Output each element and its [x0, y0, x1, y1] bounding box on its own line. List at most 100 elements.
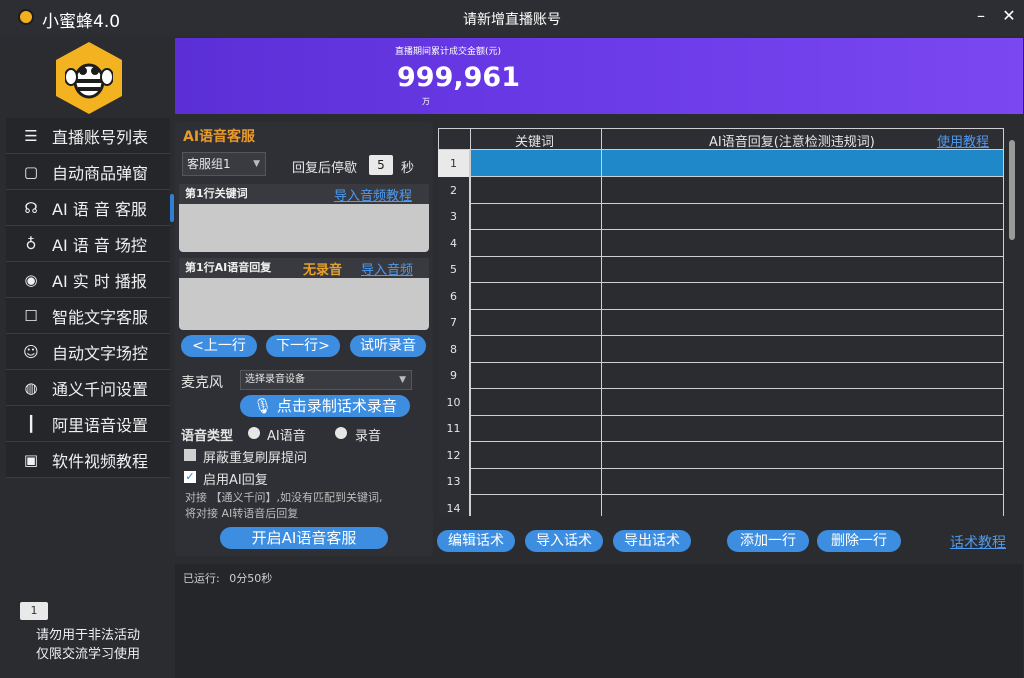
reply-cell[interactable]	[602, 495, 1002, 517]
table-row[interactable]: 12	[438, 441, 1004, 469]
table-row[interactable]: 9	[438, 362, 1004, 389]
group-select-value: 客服组1	[187, 157, 231, 171]
bag-icon: ▢	[23, 162, 39, 181]
sidebar-item-ai-voice-service[interactable]: ☊ AI 语 音 客服	[6, 190, 174, 226]
enable-ai-checkbox[interactable]: ✓	[184, 471, 196, 483]
sidebar-item-text-service[interactable]: ☐ 智能文字客服	[6, 298, 170, 334]
microphone-icon: ♁	[25, 234, 37, 253]
import-script-button[interactable]: 导入话术	[525, 530, 603, 552]
import-audio-link[interactable]: 导入音频	[361, 259, 413, 278]
reply-textarea[interactable]	[179, 278, 429, 330]
table-row[interactable]: 4	[438, 229, 1004, 257]
table-row[interactable]: 10	[438, 388, 1004, 416]
sidebar-item-text-control[interactable]: ☺ 自动文字场控	[6, 334, 170, 370]
reply-cell[interactable]	[602, 256, 1002, 282]
export-script-button[interactable]: 导出话术	[613, 530, 691, 552]
sidebar-item-video-tutorial[interactable]: ▣ 软件视频教程	[6, 442, 170, 478]
table-row[interactable]: 6	[438, 282, 1004, 310]
keyword-cell[interactable]	[471, 495, 601, 517]
sidebar-item-ai-broadcast[interactable]: ◉ AI 实 时 播报	[6, 262, 170, 298]
keyword-cell[interactable]	[471, 256, 601, 282]
next-row-button[interactable]: 下一行>	[266, 335, 340, 357]
radio-ai-voice[interactable]	[248, 427, 260, 439]
script-tutorial-link[interactable]: 话术教程	[950, 532, 1006, 552]
block-repeat-checkbox[interactable]	[184, 449, 196, 461]
keyword-cell[interactable]	[471, 336, 601, 362]
mic-label: 麦克风	[181, 375, 223, 391]
listen-recording-button[interactable]: 试听录音	[350, 335, 426, 357]
running-label: 已运行:	[183, 572, 220, 585]
table-row[interactable]: 2	[438, 176, 1004, 204]
delete-row-button[interactable]: 删除一行	[817, 530, 901, 552]
table-row[interactable]: 3	[438, 203, 1004, 230]
sidebar-item-ai-voice-control[interactable]: ♁ AI 语 音 场控	[6, 226, 170, 262]
group-select[interactable]: 客服组1 ▼	[182, 152, 266, 176]
reply-cell[interactable]	[602, 283, 1002, 309]
banner-unit: 万	[422, 97, 430, 106]
table-row[interactable]: 13	[438, 468, 1004, 495]
keyword-cell[interactable]	[471, 442, 601, 468]
keyword-cell[interactable]	[471, 309, 601, 335]
table-row[interactable]: 11	[438, 415, 1004, 442]
reply-cell[interactable]	[602, 468, 1002, 494]
reply-cell[interactable]	[602, 415, 1002, 441]
sidebar-item-qwen-settings[interactable]: ◍ 通义千问设置	[6, 370, 170, 406]
col-reply-header: AI语音回复(注意检测违规词)	[709, 135, 875, 150]
import-audio-tutorial-link[interactable]: 导入音频教程	[334, 185, 412, 204]
waveform-icon: ┃	[26, 414, 36, 433]
reply-cell[interactable]	[602, 309, 1002, 335]
mic-device-select[interactable]: 选择录音设备 ▼	[240, 370, 412, 390]
reply-cell[interactable]	[602, 362, 1002, 388]
row-number: 7	[438, 309, 470, 336]
sidebar-item-product-popup[interactable]: ▢ 自动商品弹窗	[6, 154, 170, 190]
reply-cell[interactable]	[602, 150, 1002, 176]
keyword-cell[interactable]	[471, 389, 601, 415]
edit-script-button[interactable]: 编辑话术	[437, 530, 515, 552]
radio-ai-voice-label: AI语音	[267, 429, 306, 444]
sidebar-item-label: AI 实 时 播报	[52, 271, 147, 291]
keyword-cell[interactable]	[471, 468, 601, 494]
add-row-button[interactable]: 添加一行	[727, 530, 809, 552]
pause-seconds-input[interactable]: 5	[369, 155, 393, 175]
close-button[interactable]: ✕	[998, 6, 1020, 25]
scrollbar-thumb[interactable]	[1009, 140, 1015, 240]
sidebar-item-label: AI 语 音 场控	[52, 235, 147, 255]
radio-recording[interactable]	[335, 427, 347, 439]
minimize-button[interactable]: –	[970, 6, 992, 25]
record-script-button[interactable]: 🎙 点击录制话术录音	[240, 395, 410, 417]
start-ai-service-button[interactable]: 开启AI语音客服	[220, 527, 388, 549]
row-number: 1	[438, 150, 470, 177]
keyword-cell[interactable]	[471, 150, 601, 176]
keyword-cell[interactable]	[471, 283, 601, 309]
keyword-cell[interactable]	[471, 415, 601, 441]
running-time: 已运行: 0分50秒	[183, 570, 272, 586]
sidebar-item-label: 智能文字客服	[52, 307, 149, 327]
sidebar-item-label: AI 语 音 客服	[52, 199, 147, 219]
table-row[interactable]: 8	[438, 335, 1004, 363]
keyword-cell[interactable]	[471, 362, 601, 388]
reply-cell[interactable]	[602, 336, 1002, 362]
table-scrollbar[interactable]	[1006, 128, 1018, 516]
row-number: 10	[438, 388, 470, 416]
table-row[interactable]: 7	[438, 309, 1004, 336]
usage-tutorial-link[interactable]: 使用教程	[937, 131, 989, 150]
reply-cell[interactable]	[602, 203, 1002, 229]
col-divider	[1003, 128, 1004, 516]
reply-cell[interactable]	[602, 389, 1002, 415]
keyword-textarea[interactable]	[179, 204, 429, 252]
voice-service-icon: ☊	[24, 198, 38, 217]
keyword-cell[interactable]	[471, 203, 601, 229]
prev-row-button[interactable]: <上一行	[181, 335, 257, 357]
hint-line-1: 对接 【通义千问】,如没有匹配到关键词,	[185, 491, 383, 504]
sidebar-item-ali-voice-settings[interactable]: ┃ 阿里语音设置	[6, 406, 170, 442]
sidebar-item-account-list[interactable]: ☰ 直播账号列表	[6, 118, 170, 154]
keyword-cell[interactable]	[471, 230, 601, 256]
chevron-down-icon: ▼	[399, 375, 406, 385]
table-row[interactable]: 1	[438, 150, 1004, 177]
keyword-cell[interactable]	[471, 177, 601, 203]
reply-cell[interactable]	[602, 230, 1002, 256]
reply-cell[interactable]	[602, 442, 1002, 468]
reply-cell[interactable]	[602, 177, 1002, 203]
table-row[interactable]: 14	[438, 494, 1004, 517]
table-row[interactable]: 5	[438, 256, 1004, 283]
